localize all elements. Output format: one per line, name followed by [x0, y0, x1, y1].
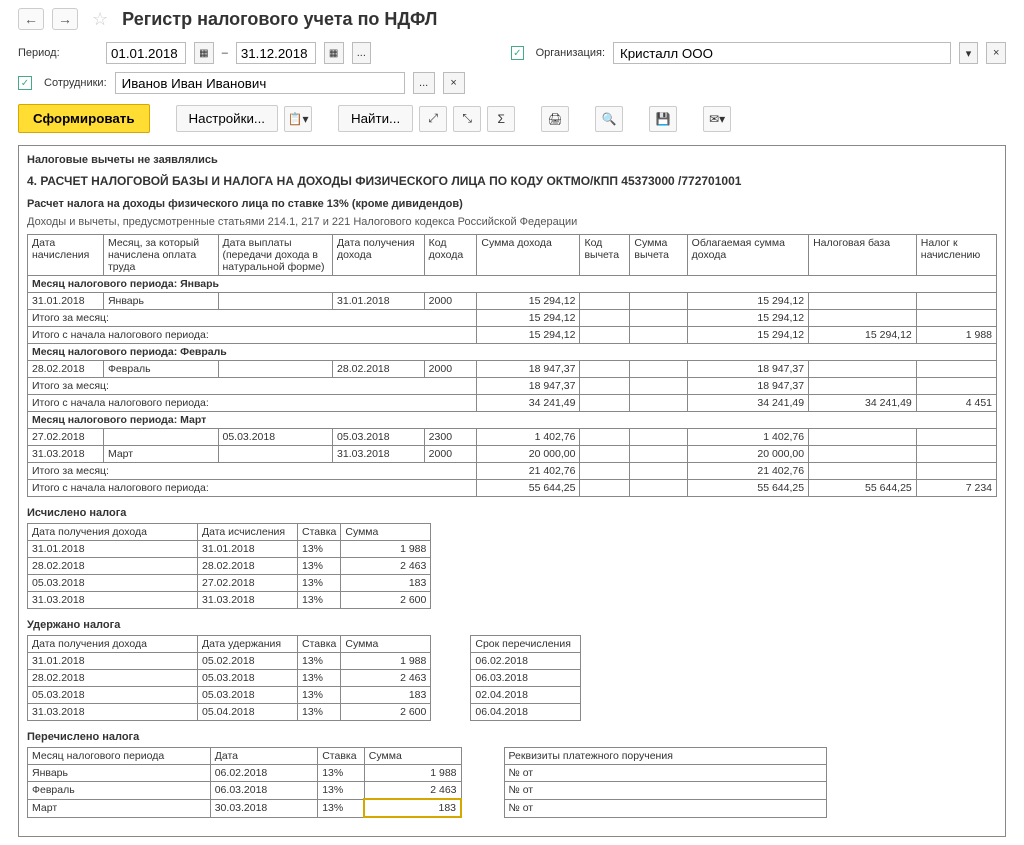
- deductions-none: Налоговые вычеты не заявлялись: [27, 154, 997, 166]
- find-button[interactable]: Найти...: [338, 105, 413, 132]
- report-area: Налоговые вычеты не заявлялись 4. РАСЧЕТ…: [18, 145, 1006, 837]
- org-input[interactable]: [613, 42, 951, 64]
- date-to-input[interactable]: [236, 42, 316, 64]
- main-table: Дата начисленияМесяц, за который начисле…: [27, 234, 997, 497]
- org-checkbox[interactable]: ✓: [511, 46, 524, 60]
- forward-button[interactable]: →: [52, 8, 78, 30]
- date-from-input[interactable]: [106, 42, 186, 64]
- form-button[interactable]: Сформировать: [18, 104, 150, 133]
- page-title: Регистр налогового учета по НДФЛ: [122, 9, 437, 30]
- org-dropdown-button[interactable]: ▾: [959, 42, 979, 64]
- hold-title: Удержано налога: [27, 619, 997, 631]
- collapse-icon[interactable]: ⤡: [453, 106, 481, 132]
- calc-subtitle: Расчет налога на доходы физического лица…: [27, 198, 997, 210]
- section4-title: 4. РАСЧЕТ НАЛОГОВОЙ БАЗЫ И НАЛОГА НА ДОХ…: [27, 174, 997, 188]
- paid-table: Месяц налогового периодаДатаСтавкаСуммаР…: [27, 747, 827, 818]
- emp-input[interactable]: [115, 72, 405, 94]
- print-icon[interactable]: 🖨: [541, 106, 569, 132]
- expand-icon[interactable]: ⤢: [419, 106, 447, 132]
- articles-note: Доходы и вычеты, предусмотренные статьям…: [27, 216, 997, 228]
- mail-icon[interactable]: ✉▾: [703, 106, 731, 132]
- period-picker-button[interactable]: ...: [352, 42, 372, 64]
- preview-icon[interactable]: 🔍: [595, 106, 623, 132]
- emp-checkbox[interactable]: ✓: [18, 76, 32, 90]
- copy-icon[interactable]: 📋▾: [284, 106, 312, 132]
- calendar-icon[interactable]: ▦: [194, 42, 214, 64]
- hold-table: Дата получения доходаДата удержанияСтавк…: [27, 635, 581, 721]
- emp-label: Сотрудники:: [44, 77, 107, 89]
- date-separator: –: [222, 47, 228, 59]
- org-label: Организация:: [536, 47, 605, 59]
- save-icon[interactable]: 💾: [649, 106, 677, 132]
- sum-icon[interactable]: Σ: [487, 106, 515, 132]
- star-icon[interactable]: ☆: [92, 9, 108, 30]
- emp-picker-button[interactable]: ...: [413, 72, 435, 94]
- paid-title: Перечислено налога: [27, 731, 997, 743]
- calendar-icon[interactable]: ▦: [324, 42, 344, 64]
- org-clear-button[interactable]: ×: [986, 42, 1006, 64]
- back-button[interactable]: ←: [18, 8, 44, 30]
- period-label: Период:: [18, 47, 98, 59]
- settings-button[interactable]: Настройки...: [176, 105, 278, 132]
- calc-title: Исчислено налога: [27, 507, 997, 519]
- calc-table: Дата получения доходаДата исчисленияСтав…: [27, 523, 431, 609]
- emp-clear-button[interactable]: ×: [443, 72, 465, 94]
